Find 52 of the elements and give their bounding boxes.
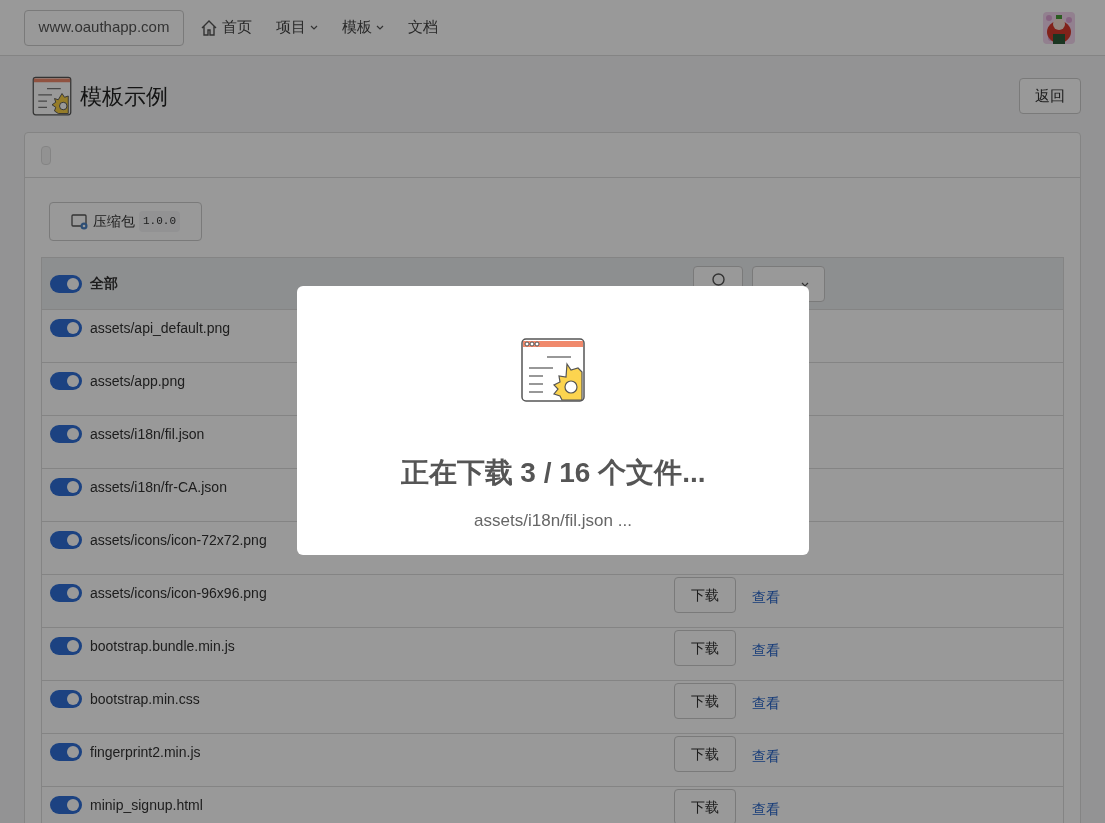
package-button[interactable]: 压缩包 1.0.0 xyxy=(49,202,202,241)
view-link[interactable]: 查看 xyxy=(752,587,780,608)
download-button[interactable]: 下载 xyxy=(674,683,736,719)
toggle-switch[interactable] xyxy=(50,531,82,549)
file-name: assets/i18n/fil.json xyxy=(90,425,206,444)
caret-icon xyxy=(376,24,384,31)
view-link[interactable]: 查看 xyxy=(752,640,780,661)
page-title: 模板示例 xyxy=(80,82,168,111)
download-button[interactable]: 下载 xyxy=(674,577,736,613)
api-window-icon xyxy=(521,338,585,402)
nav-link[interactable]: 文档 xyxy=(408,16,438,39)
caret-icon xyxy=(800,281,809,288)
monitor-gear-icon xyxy=(71,212,89,231)
view-link[interactable]: 查看 xyxy=(752,746,780,767)
file-name: bootstrap.bundle.min.js xyxy=(90,637,236,656)
toggle-switch[interactable] xyxy=(50,478,82,496)
current-file: assets/i18n/fil.json ... xyxy=(474,510,632,532)
download-button[interactable]: 下载 xyxy=(674,630,736,666)
toggle-switch[interactable] xyxy=(50,690,82,708)
file-name: assets/i18n/fr-CA.json xyxy=(90,478,228,497)
download-button[interactable]: 下载 xyxy=(674,736,736,772)
file-name: bootstrap.min.css xyxy=(90,690,201,709)
file-name: assets/api_default.png xyxy=(90,319,232,338)
toggle-switch[interactable] xyxy=(50,425,82,443)
nav-link[interactable]: 项目 xyxy=(276,16,318,39)
search-icon xyxy=(711,272,725,286)
toggle-switch[interactable] xyxy=(50,319,82,337)
file-name: minip_signup.html xyxy=(90,796,204,815)
dialog-title: 正在下载 3 / 16 个文件... xyxy=(400,456,706,490)
nav-link[interactable]: 首页 xyxy=(200,16,252,39)
view-link[interactable]: 查看 xyxy=(752,693,780,714)
toggle-switch[interactable] xyxy=(50,637,82,655)
nav-link[interactable]: 模板 xyxy=(342,16,384,39)
package-label: 压缩包 xyxy=(93,212,135,231)
version-tag: 1.0.0 xyxy=(139,211,180,232)
home-icon xyxy=(200,18,218,37)
back-button[interactable]: 返回 xyxy=(1019,78,1081,114)
api-window-icon xyxy=(32,76,72,116)
site-address[interactable]: www.oauthapp.com xyxy=(24,9,184,46)
file-name: assets/icons/icon-96x96.png xyxy=(90,584,268,603)
view-link[interactable]: 查看 xyxy=(752,799,780,820)
download-button[interactable]: 下载 xyxy=(674,789,736,823)
file-name: assets/icons/icon-72x72.png xyxy=(90,531,268,550)
toggle-switch[interactable] xyxy=(50,743,82,761)
toggle-switch[interactable] xyxy=(50,372,82,390)
select-all-label: 全部 xyxy=(90,274,118,293)
caret-icon xyxy=(310,24,318,31)
file-name: assets/app.png xyxy=(90,372,186,391)
toggle-switch[interactable] xyxy=(50,274,82,293)
file-name: fingerprint2.min.js xyxy=(90,743,202,762)
toggle-switch[interactable] xyxy=(50,584,82,602)
toggle-switch[interactable] xyxy=(50,796,82,814)
